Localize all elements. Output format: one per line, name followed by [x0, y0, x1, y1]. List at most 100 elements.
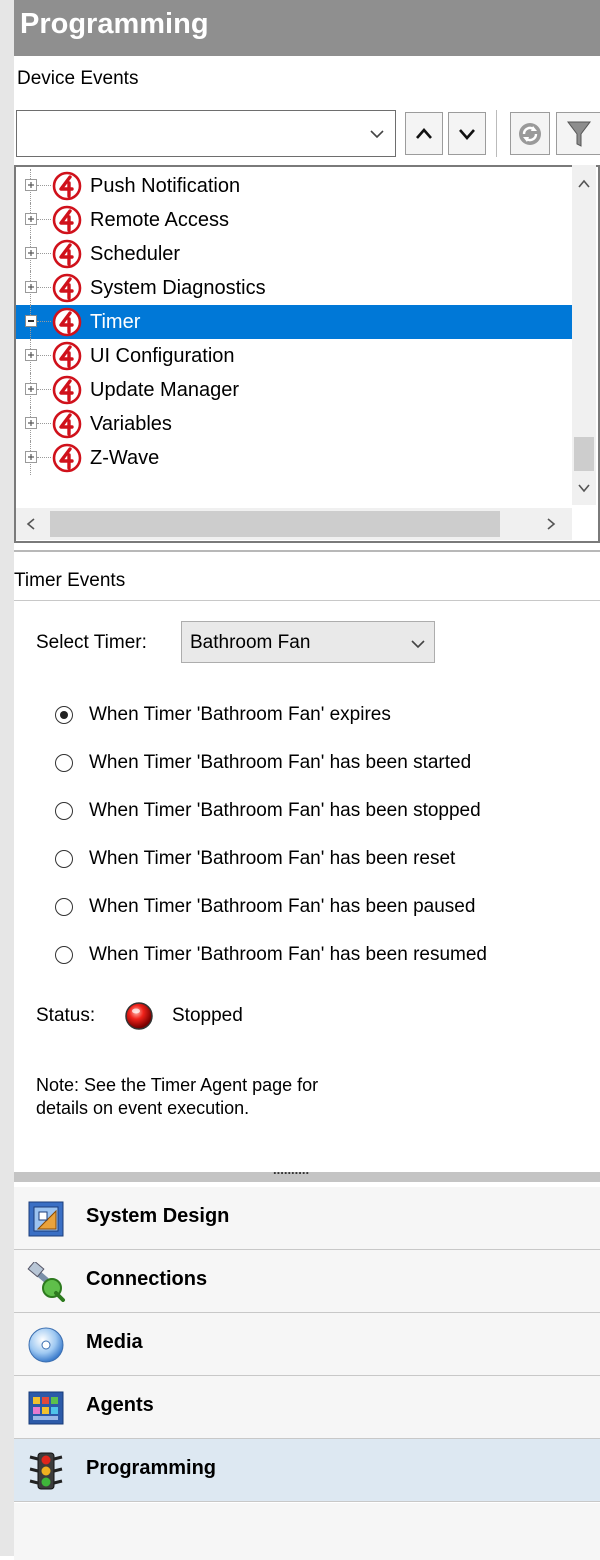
connections-icon	[26, 1260, 66, 1302]
control4-driver-icon	[52, 273, 82, 303]
select-timer-label: Select Timer:	[36, 632, 147, 653]
nav-button-connections[interactable]: Connections	[14, 1250, 600, 1313]
media-icon	[26, 1325, 66, 1365]
tree-item[interactable]: Remote Access	[16, 203, 572, 237]
nav-button-label: Media	[86, 1331, 143, 1353]
move-up-button[interactable]	[405, 112, 443, 155]
tree-item-label: Variables	[90, 413, 172, 435]
control4-driver-icon	[52, 205, 82, 235]
section-divider	[14, 550, 600, 552]
device-events-tree[interactable]: Push Notification Remote Access Schedule…	[14, 165, 600, 543]
system-design-icon	[26, 1199, 66, 1239]
control4-driver-icon	[52, 375, 82, 405]
timer-event-option-label[interactable]: When Timer 'Bathroom Fan' expires	[89, 704, 391, 726]
tree-item[interactable]: Scheduler	[16, 237, 572, 271]
expand-icon[interactable]	[25, 179, 37, 191]
control4-driver-icon	[52, 307, 82, 337]
event-search-input[interactable]	[19, 115, 363, 153]
timer-events-label: Timer Events	[14, 570, 126, 591]
timer-event-option-label[interactable]: When Timer 'Bathroom Fan' has been start…	[89, 752, 471, 774]
timer-select[interactable]: Bathroom Fan	[181, 621, 435, 663]
timer-event-radio[interactable]	[55, 706, 73, 724]
scroll-up-icon[interactable]	[578, 179, 590, 189]
timer-event-radio[interactable]	[55, 946, 73, 964]
tree-item-label: Push Notification	[90, 175, 241, 197]
arrow-down-icon	[459, 128, 475, 140]
event-search-combobox[interactable]	[16, 110, 396, 157]
timer-select-value: Bathroom Fan	[190, 632, 311, 653]
expand-icon[interactable]	[25, 247, 37, 259]
status-label: Status:	[36, 1005, 96, 1026]
status-value: Stopped	[172, 1005, 243, 1026]
refresh-icon	[519, 122, 541, 145]
timer-event-radio[interactable]	[55, 850, 73, 868]
refresh-button[interactable]	[510, 112, 550, 155]
note-line-2: details on event execution.	[36, 1098, 250, 1118]
tree-item[interactable]: Timer	[16, 305, 572, 339]
tree-item[interactable]: Variables	[16, 407, 572, 441]
control4-driver-icon	[52, 443, 82, 473]
agents-icon	[26, 1388, 66, 1428]
note-line-1: Note: See the Timer Agent page for	[36, 1075, 319, 1095]
tree-item-label: Z-Wave	[90, 447, 160, 469]
expand-icon[interactable]	[25, 383, 37, 395]
tree-item[interactable]: Z-Wave	[16, 441, 572, 475]
timer-event-option-label[interactable]: When Timer 'Bathroom Fan' has been stopp…	[89, 800, 481, 822]
horizontal-scroll-thumb[interactable]	[50, 511, 500, 537]
nav-button-agents[interactable]: Agents	[14, 1376, 600, 1439]
chevron-down-icon	[411, 640, 425, 649]
timer-event-option-label[interactable]: When Timer 'Bathroom Fan' has been resum…	[89, 944, 487, 966]
tree-item[interactable]: System Diagnostics	[16, 271, 572, 305]
splitter[interactable]: ..........	[14, 1162, 600, 1182]
control4-driver-icon	[52, 409, 82, 439]
nav-button-programming[interactable]: Programming	[14, 1439, 600, 1502]
nav-button-label: Programming	[86, 1457, 217, 1479]
nav-button-media[interactable]: Media	[14, 1313, 600, 1376]
collapse-icon[interactable]	[25, 315, 37, 327]
tree-item[interactable]: Update Manager	[16, 373, 572, 407]
control4-driver-icon	[52, 341, 82, 371]
expand-icon[interactable]	[25, 451, 37, 463]
tree-item-label: Remote Access	[90, 209, 229, 231]
nav-button-system-design[interactable]: System Design	[14, 1187, 600, 1250]
tree-horizontal-scrollbar[interactable]	[16, 508, 572, 540]
tree-vertical-scrollbar[interactable]	[572, 165, 596, 505]
timer-event-option-label[interactable]: When Timer 'Bathroom Fan' has been pause…	[89, 896, 475, 918]
timer-event-radio[interactable]	[55, 898, 73, 916]
nav-button-label: Connections	[86, 1268, 208, 1290]
device-events-label: Device Events	[17, 68, 139, 89]
expand-icon[interactable]	[25, 349, 37, 361]
programming-icon	[26, 1451, 66, 1491]
scroll-right-icon[interactable]	[546, 518, 556, 530]
control4-driver-icon	[52, 171, 82, 201]
filter-button[interactable]	[556, 112, 600, 155]
tree-item-label: UI Configuration	[90, 345, 235, 367]
tree-item[interactable]: Push Notification	[16, 169, 572, 203]
expand-icon[interactable]	[25, 417, 37, 429]
move-down-button[interactable]	[448, 112, 486, 155]
timer-event-option-label[interactable]: When Timer 'Bathroom Fan' has been reset	[89, 848, 455, 870]
timer-event-radio[interactable]	[55, 754, 73, 772]
arrow-up-icon	[416, 127, 432, 139]
control4-driver-icon	[52, 239, 82, 269]
vertical-scroll-thumb[interactable]	[574, 437, 594, 471]
chevron-down-icon[interactable]	[369, 127, 385, 141]
tree-item-label: Update Manager	[90, 379, 239, 401]
tree-item-label: System Diagnostics	[90, 277, 266, 299]
expand-icon[interactable]	[25, 281, 37, 293]
toolbar-divider	[496, 110, 497, 157]
timer-events-divider	[14, 600, 600, 601]
expand-icon[interactable]	[25, 213, 37, 225]
panel-header: Programming	[0, 0, 600, 56]
scroll-down-icon[interactable]	[578, 483, 590, 493]
tree-item-label: Scheduler	[90, 243, 181, 265]
splitter-grip: ..........	[273, 1162, 310, 1177]
tree-item[interactable]: UI Configuration	[16, 339, 572, 373]
scroll-left-icon[interactable]	[26, 518, 36, 530]
nav-footer	[14, 1503, 600, 1560]
timer-event-radio[interactable]	[55, 802, 73, 820]
tree-item-label: Timer	[90, 311, 141, 333]
panel-title: Programming	[20, 8, 209, 40]
nav-button-label: Agents	[86, 1394, 154, 1416]
nav-button-label: System Design	[86, 1205, 230, 1227]
